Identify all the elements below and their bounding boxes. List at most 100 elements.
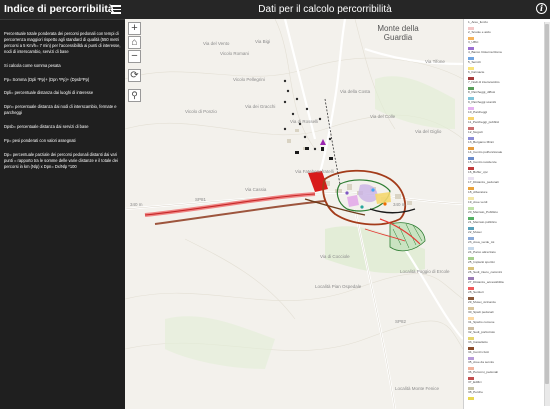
legend-label: 37_Edifici [468, 381, 482, 384]
legend-label: 15_Centro residenze [468, 161, 497, 164]
legend-swatch [468, 96, 474, 100]
legend-swatch [468, 116, 474, 120]
legend-item[interactable]: 25_Impianti sportivi [468, 261, 534, 270]
legend-item[interactable]: 29_Musei_vicinanze [468, 301, 534, 310]
zoom-in-button[interactable]: + [128, 22, 141, 35]
legend-swatch [468, 166, 474, 170]
legend-item[interactable]: 24_Parco attrezzato [468, 251, 534, 260]
description-paragraph: Si calcola come somma pesata [4, 62, 61, 68]
map-label: Via del Giglio [415, 129, 442, 134]
legend-swatch [468, 46, 474, 50]
legend-item[interactable]: 11_Parcheggi_pubblici [468, 121, 534, 130]
info-icon[interactable]: i [536, 3, 547, 14]
legend-item[interactable]: 17_Distanze_pedonali [468, 181, 534, 190]
legend-swatch [468, 36, 474, 40]
legend-swatch [468, 106, 474, 110]
legend-label: 12_Negozi [468, 131, 483, 134]
legend-item[interactable]: 36_Percorsi_pedonali [468, 371, 534, 380]
legend-item[interactable]: 19_Aree verdi [468, 201, 534, 210]
map-label: Via Tifone [425, 59, 445, 64]
legend-item[interactable]: 37_Edifici [468, 381, 534, 390]
legend-item[interactable]: 2_Scuole e asilo [468, 31, 534, 40]
legend-item[interactable]: 21_Mercato pubblico [468, 221, 534, 230]
home-button[interactable]: ⌂ [128, 36, 141, 49]
legend-swatch [468, 306, 474, 310]
legend-label: 24_Parco attrezzato [468, 251, 496, 254]
legend-swatch [468, 56, 474, 60]
legend-item[interactable]: 23_Area_verde_tot [468, 241, 534, 250]
refresh-button[interactable]: ⟳ [128, 69, 141, 82]
legend-item[interactable]: 7_Nodi di interscambio [468, 81, 534, 90]
legend-label: 8_Parcheggi_diffusi [468, 91, 496, 94]
legend-swatch [468, 86, 474, 90]
legend-label: 22_Musei [468, 231, 482, 234]
legend-swatch [468, 356, 474, 360]
legend-item[interactable]: 13_Bergamo Minni [468, 141, 534, 150]
legend-swatch [468, 226, 474, 230]
legend-label: 25_Impianti sportivi [468, 261, 495, 264]
legend-label: 9_Parcheggi scambi [468, 101, 497, 104]
legend-item[interactable]: 15_Centro residenze [468, 161, 534, 170]
map-label: Località Pian Ospedale [315, 284, 362, 289]
zoom-out-button[interactable]: − [128, 50, 141, 63]
legend-label: 33_Castelletto [468, 341, 488, 344]
legend-item[interactable]: 35_Aree da servire [468, 361, 534, 370]
description-paragraph: Pp= Somma (Dpli *Pp)+ (Dpn *Pp)+ (Dpsb*P… [4, 76, 90, 82]
legend-item[interactable]: 31_Spazio comune [468, 321, 534, 330]
legend-item[interactable]: 28_Sentieri [468, 291, 534, 300]
legend-item[interactable]: 4_Banco Cisterna Roma [468, 51, 534, 60]
legend-item[interactable]: 14_Centro polifunzionale [468, 151, 534, 160]
legend-swatch [468, 366, 474, 370]
legend-label: 29_Musei_vicinanze [468, 301, 497, 304]
legend-swatch [468, 346, 474, 350]
legend-scrollbar[interactable] [544, 22, 550, 406]
map-header: Dati per il calcolo percorribilità i [125, 0, 550, 19]
legend-swatch [468, 246, 474, 250]
legend-swatch [468, 126, 474, 130]
legend-item[interactable]: 5_Servizi [468, 61, 534, 70]
legend-item[interactable]: 6_Farmacie [468, 71, 534, 80]
legend-item[interactable]: 26_Sedi_intero_cammini [468, 271, 534, 280]
scrollbar-thumb[interactable] [545, 24, 549, 384]
legend-item[interactable]: 38_Perche [468, 391, 534, 400]
legend-label: 4_Banco Cisterna Roma [468, 51, 502, 54]
legend-item[interactable]: 22_Musei [468, 231, 534, 240]
map-label: Via del Vento [203, 41, 230, 46]
town-label: Monte della Guardia [377, 24, 419, 42]
menu-icon[interactable] [111, 5, 121, 14]
legend-item[interactable]: 10_Parcheggi [468, 111, 534, 120]
legend-swatch [468, 26, 474, 30]
legend-item[interactable]: 33_Castelletto [468, 341, 534, 350]
legend-label: 6_Farmacie [468, 71, 485, 74]
legend-label: 31_Spazio comune [468, 321, 495, 324]
left-panel-header: Indice di percorribilità [0, 0, 125, 20]
legend-item[interactable]: 8_Parcheggi_diffusi [468, 91, 534, 100]
map-view[interactable]: Monte della Guardia Via del Vento Vicolo… [125, 19, 463, 409]
legend-item[interactable]: 1_Aree_funzio [468, 21, 534, 30]
legend-swatch [468, 256, 474, 260]
legend-swatch [468, 216, 474, 220]
map-label: Località Poggio di Ercole [400, 269, 450, 274]
map-label: Via del Colle [370, 114, 396, 119]
legend-label: 11_Parcheggi_pubblici [468, 121, 500, 124]
legend-label: 5_Servizi [468, 61, 481, 64]
legend-swatch [468, 196, 474, 200]
map-canvas [125, 19, 463, 409]
legend-label: 18_Alberature [468, 191, 488, 194]
legend-item[interactable]: 18_Alberature [468, 191, 534, 200]
legend-item[interactable]: 34_Centri civici [468, 351, 534, 360]
legend-item[interactable]: 32_Sedi_porticciolo [468, 331, 534, 340]
legend-swatch [468, 336, 474, 340]
legend-item[interactable]: 27_Distanze_accessibilita [468, 281, 534, 290]
legend-item[interactable]: 16_Buffer_cpc [468, 171, 534, 180]
search-button[interactable]: ⚲ [128, 89, 141, 102]
legend-item[interactable]: 9_Parcheggi scambi [468, 101, 534, 110]
legend-label: 36_Percorsi_pedonali [468, 371, 498, 374]
legend-item[interactable]: 30_Spazi pedonali [468, 311, 534, 320]
legend-item[interactable]: 12_Negozi [468, 131, 534, 140]
legend-item[interactable]: 3_Uffici [468, 41, 534, 50]
map-label: Vicolo di Ponzio [185, 109, 217, 114]
description-paragraph: Dpn= percentuale distanza dai nodi di in… [4, 104, 117, 116]
legend-item[interactable]: 20_Mercato_Pubblico [468, 211, 534, 220]
legend-label: 27_Distanze_accessibilita [468, 281, 504, 284]
